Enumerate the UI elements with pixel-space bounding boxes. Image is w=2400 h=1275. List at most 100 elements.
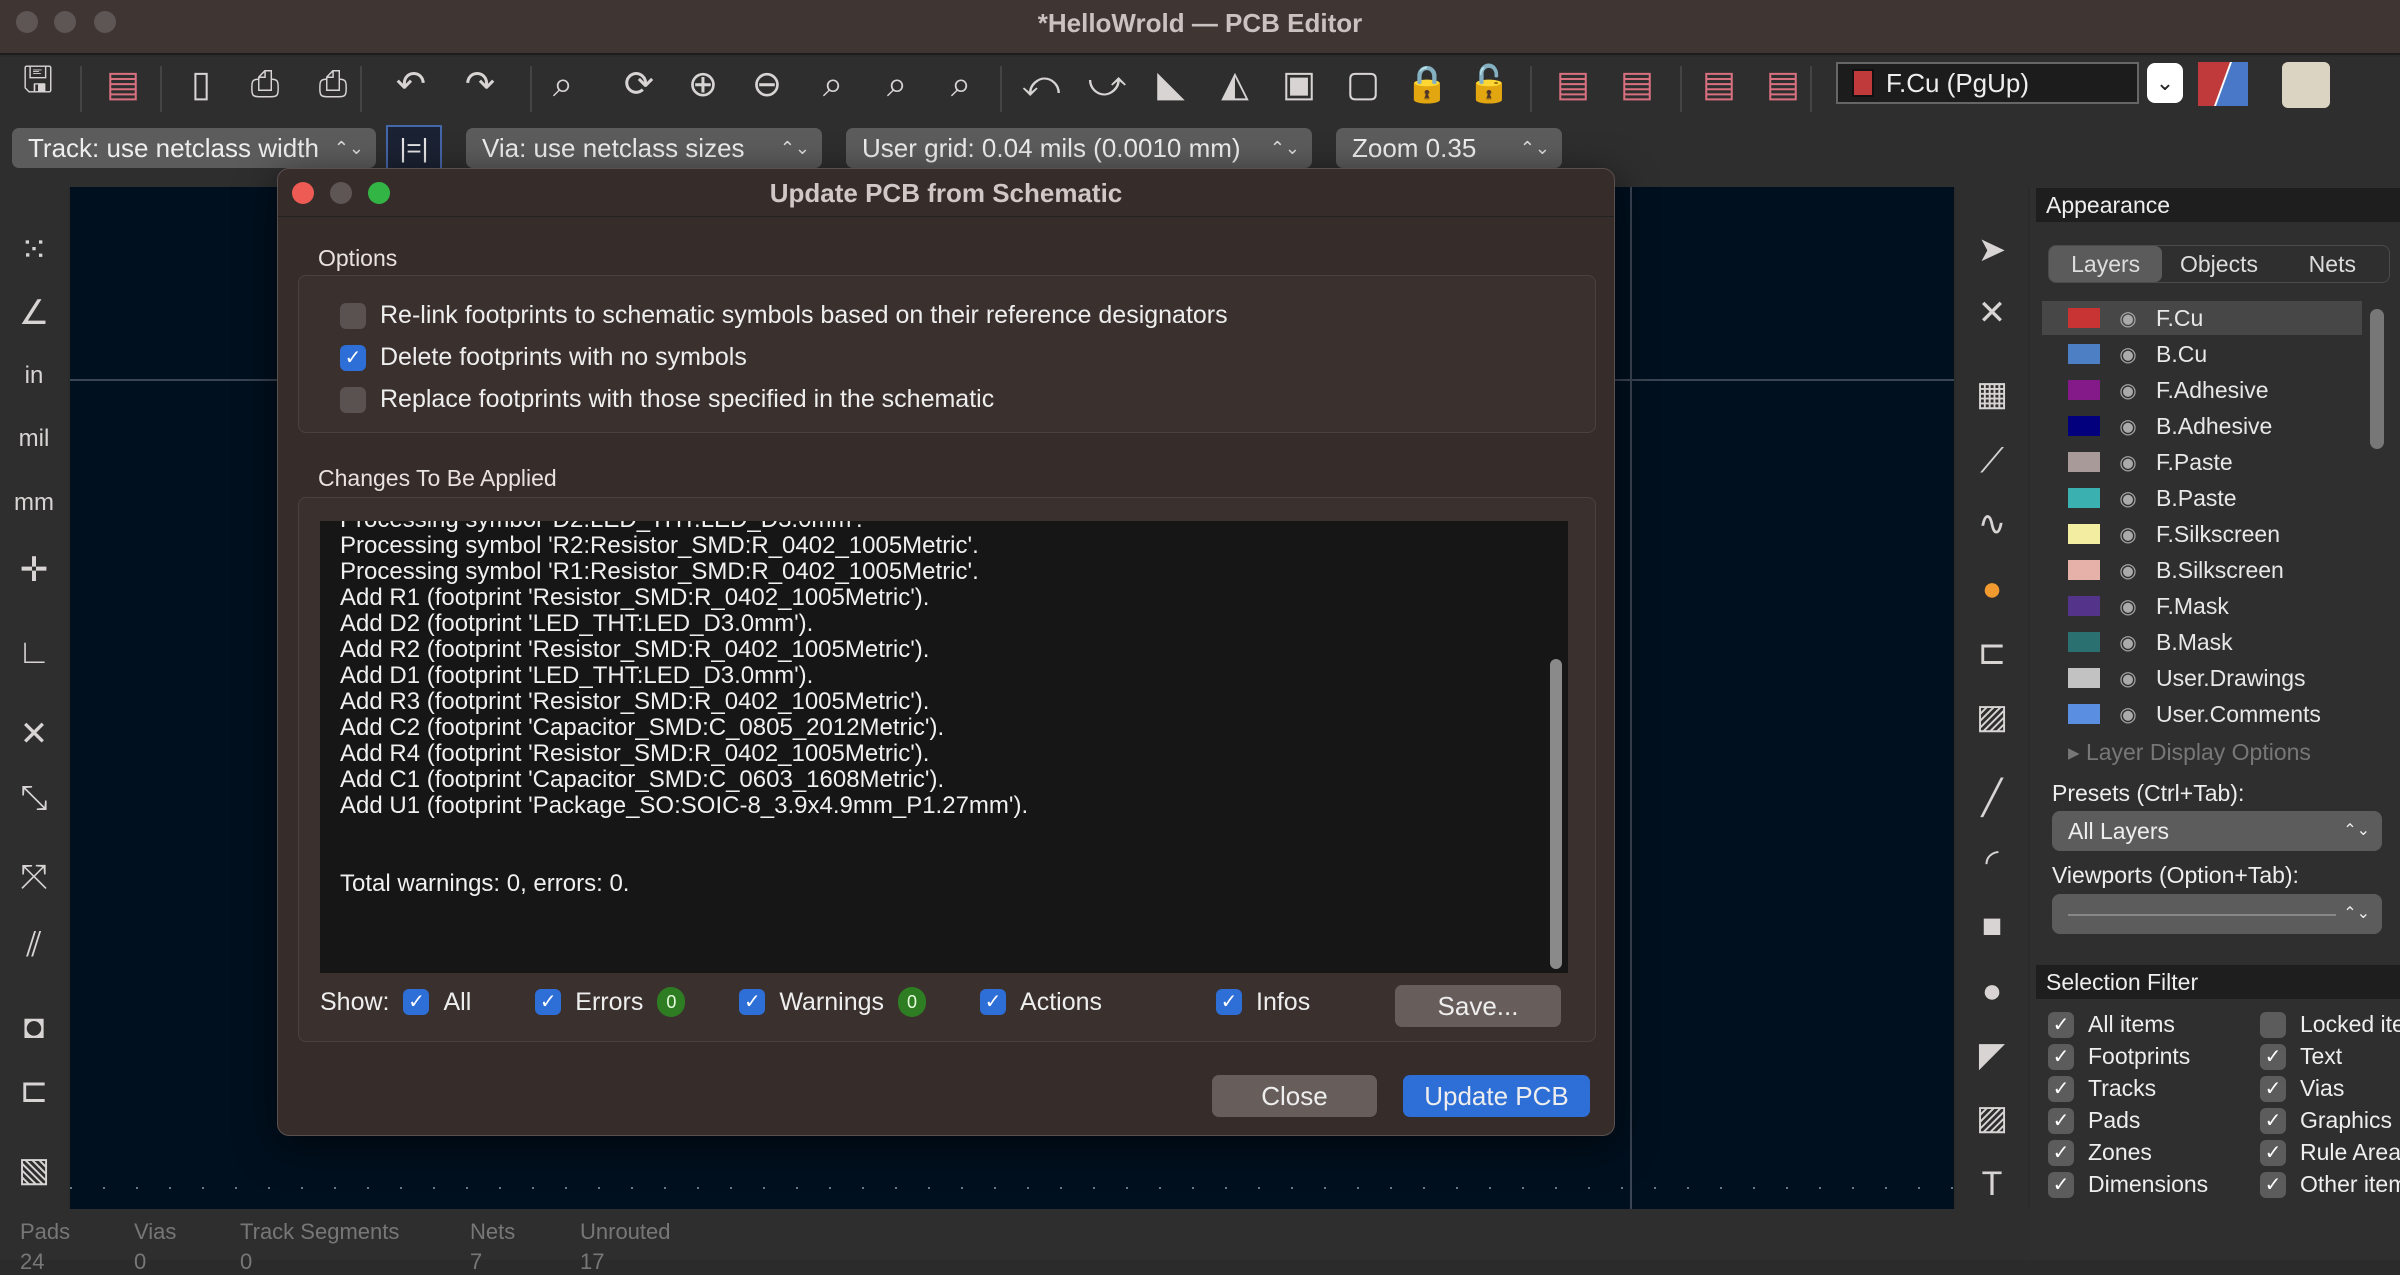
checkbox[interactable]: ✓	[2260, 1043, 2286, 1070]
page-settings-icon[interactable]: ▯	[176, 59, 226, 109]
image-icon[interactable]: ▨	[1967, 1093, 2017, 1143]
filter-footprints[interactable]: ✓ Footprints	[2048, 1043, 2190, 1070]
layer-color-swatch[interactable]	[2068, 596, 2100, 616]
rotate-cw-icon[interactable]: ⤻	[1082, 59, 1132, 109]
zoom-fit-icon[interactable]: ⌕	[808, 59, 858, 109]
filter-rule-areas[interactable]: ✓ Rule Areas	[2260, 1139, 2400, 1166]
option-checkbox[interactable]	[340, 386, 366, 413]
auto-track-width-toggle[interactable]: |=|	[386, 125, 442, 171]
layer-row-f-mask[interactable]: ◉ F.Mask	[2042, 589, 2362, 623]
via-icon[interactable]: ●	[1967, 564, 2017, 614]
layer-color-swatch[interactable]	[2068, 524, 2100, 544]
zoom-out-icon[interactable]: ⊖	[742, 59, 792, 109]
filter-actions-checkbox[interactable]: ✓	[980, 989, 1007, 1015]
checkbox[interactable]	[2260, 1011, 2286, 1038]
zoom-selection-icon[interactable]: ⌕	[936, 59, 986, 109]
checkbox[interactable]: ✓	[2260, 1171, 2286, 1198]
tab-objects[interactable]: Objects	[2162, 246, 2275, 282]
filter-tracks[interactable]: ✓ Tracks	[2048, 1075, 2156, 1102]
checkbox[interactable]: ✓	[2048, 1139, 2074, 1166]
board-outline-icon[interactable]: ▧	[9, 1145, 59, 1195]
line-icon[interactable]: ╱	[1967, 773, 2017, 823]
via-display-icon[interactable]: ◘	[9, 1002, 59, 1052]
option-checkbox[interactable]: ✓	[340, 344, 366, 371]
layer-color-swatch[interactable]	[2068, 308, 2100, 328]
undo-icon[interactable]: ↶	[386, 59, 436, 109]
layer-color-swatch[interactable]	[2068, 452, 2100, 472]
checkbox[interactable]: ✓	[2048, 1171, 2074, 1198]
layer-row-b-silkscreen[interactable]: ◉ B.Silkscreen	[2042, 553, 2362, 587]
rectangle-icon[interactable]: ■	[1967, 901, 2017, 951]
select-icon[interactable]: ➤	[1967, 225, 2017, 275]
filter-pads[interactable]: ✓ Pads	[2048, 1107, 2140, 1134]
local-ratsnest-icon[interactable]: ✕	[1967, 288, 2017, 338]
eye-icon[interactable]: ◉	[2114, 558, 2142, 583]
eye-icon[interactable]: ◉	[2114, 342, 2142, 367]
tune-length-icon[interactable]: ∿	[1967, 499, 2017, 549]
filter-graphics[interactable]: ✓ Graphics	[2260, 1107, 2392, 1134]
hide-ratsnest-icon[interactable]: ⤧	[9, 852, 59, 902]
layer-color-swatch[interactable]	[2068, 704, 2100, 724]
layer-list-scrollbar[interactable]	[2370, 309, 2384, 449]
find-icon[interactable]: ⌕	[538, 59, 588, 109]
layer-row-f-cu[interactable]: ◉ F.Cu	[2042, 301, 2362, 335]
layer-color-swatch[interactable]	[2068, 380, 2100, 400]
zone-display-icon[interactable]: ⊏	[9, 1066, 59, 1116]
scripting-icon[interactable]: ▤	[1694, 59, 1744, 109]
save-button[interactable]: Save...	[1395, 985, 1561, 1027]
polygon-icon[interactable]: ◤	[1967, 1030, 2017, 1080]
eye-icon[interactable]: ◉	[2114, 450, 2142, 475]
save-icon[interactable]: 🖫	[13, 59, 63, 109]
filter-dimensions[interactable]: ✓ Dimensions	[2048, 1171, 2208, 1198]
layer-color-swatch[interactable]	[2068, 344, 2100, 364]
cursor-crosshair-icon[interactable]: ✛	[9, 545, 59, 595]
eye-icon[interactable]: ◉	[2114, 666, 2142, 691]
lock-icon[interactable]: 🔒	[1402, 59, 1452, 109]
polar-coords-icon[interactable]: ∠	[9, 288, 59, 338]
circle-icon[interactable]: ●	[1967, 966, 2017, 1016]
close-button[interactable]: Close	[1212, 1075, 1377, 1117]
arc-icon[interactable]: ◜	[1967, 837, 2017, 887]
layer-row-f-silkscreen[interactable]: ◉ F.Silkscreen	[2042, 517, 2362, 551]
option-checkbox[interactable]	[340, 302, 366, 329]
checkbox[interactable]: ✓	[2048, 1011, 2074, 1038]
layer-dropdown-button[interactable]: ⌄	[2147, 63, 2183, 103]
layer-row-f-paste[interactable]: ◉ F.Paste	[2042, 445, 2362, 479]
checkbox[interactable]: ✓	[2260, 1075, 2286, 1102]
filter-other-items[interactable]: ✓ Other items	[2260, 1171, 2400, 1198]
layer-row-b-cu[interactable]: ◉ B.Cu	[2042, 337, 2362, 371]
plot-icon[interactable]: ⎙	[308, 59, 358, 109]
track-display-icon[interactable]: ⫽	[9, 920, 59, 970]
checkbox[interactable]: ✓	[2048, 1107, 2074, 1134]
ungroup-icon[interactable]: ▢	[1338, 59, 1388, 109]
mils-icon[interactable]: mil	[9, 414, 59, 464]
layer-display-options-toggle[interactable]: ▸ Layer Display Options	[2068, 739, 2311, 766]
eye-icon[interactable]: ◉	[2114, 594, 2142, 619]
filter-text[interactable]: ✓ Text	[2260, 1043, 2342, 1070]
route-track-icon[interactable]: ⟋	[1967, 436, 2017, 486]
drc-icon[interactable]: ▤	[1758, 59, 1808, 109]
eye-icon[interactable]: ◉	[2114, 702, 2142, 727]
rotate-ccw-icon[interactable]: ⤺	[1016, 59, 1066, 109]
dialog-close-button[interactable]	[292, 182, 314, 204]
group-icon[interactable]: ▣	[1274, 59, 1324, 109]
zoom-select[interactable]: Zoom 0.35 ⌃⌄	[1336, 128, 1562, 168]
layer-color-swatch[interactable]	[2068, 632, 2100, 652]
update-pcb-button[interactable]: Update PCB	[1403, 1075, 1590, 1117]
filter-infos-checkbox[interactable]: ✓	[1216, 989, 1242, 1015]
changes-log[interactable]: Processing symbol 'D2:LED_THT:LED_D3.0mm…	[320, 521, 1568, 973]
net-inspector-icon[interactable]	[2282, 62, 2330, 108]
unlock-icon[interactable]: 🔓	[1464, 59, 1514, 109]
checkbox[interactable]: ✓	[2048, 1043, 2074, 1070]
checkbox[interactable]: ✓	[2048, 1075, 2074, 1102]
layer-row-f-adhesive[interactable]: ◉ F.Adhesive	[2042, 373, 2362, 407]
option-1[interactable]: ✓ Delete footprints with no symbols	[340, 343, 747, 372]
grid-select[interactable]: User grid: 0.04 mils (0.0010 mm) ⌃⌄	[846, 128, 1312, 168]
board-setup-icon[interactable]: ▤	[98, 59, 148, 109]
via-size-select[interactable]: Via: use netclass sizes ⌃⌄	[466, 128, 822, 168]
eye-icon[interactable]: ◉	[2114, 306, 2142, 331]
option-0[interactable]: Re-link footprints to schematic symbols …	[340, 301, 1228, 330]
zone-icon[interactable]: ⊏	[1967, 628, 2017, 678]
filter-vias[interactable]: ✓ Vias	[2260, 1075, 2344, 1102]
redo-icon[interactable]: ↷	[455, 59, 505, 109]
